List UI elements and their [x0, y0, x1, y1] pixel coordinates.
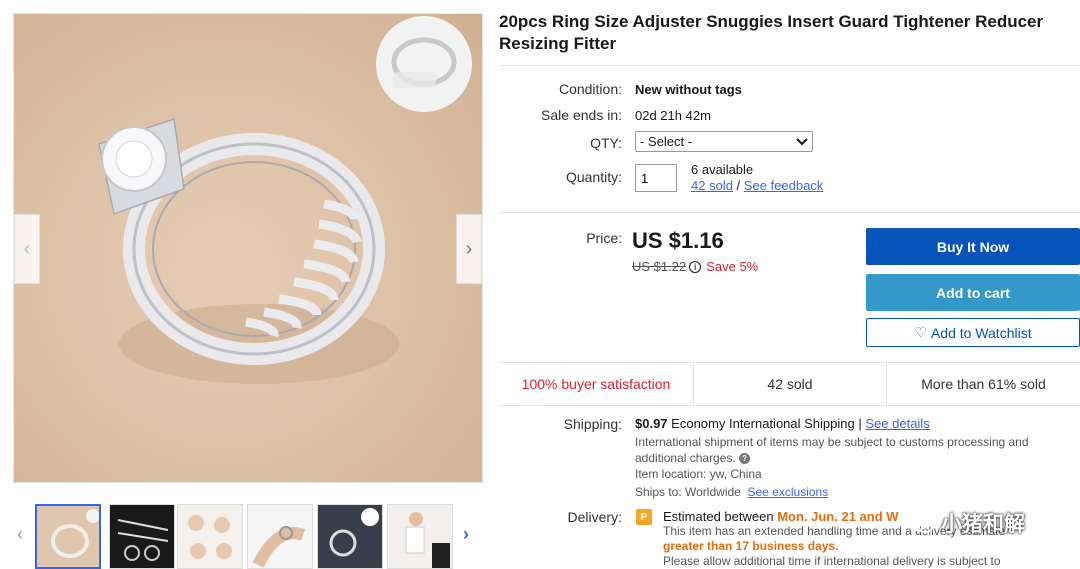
save-percent: Save 5%	[706, 259, 759, 274]
customs-note-text: International shipment of items may be s…	[635, 435, 1029, 465]
allow-note: Please allow additional time if internat…	[663, 554, 1001, 568]
help-icon[interactable]: ?	[739, 453, 751, 465]
qty-select[interactable]: - Select -	[635, 131, 813, 152]
quantity-label: Quantity:	[565, 169, 622, 185]
sold-link[interactable]: 42 sold	[691, 178, 733, 193]
shipping-line: $0.97 Economy International Shipping | S…	[635, 416, 930, 431]
thumbnail-5[interactable]	[317, 504, 383, 569]
product-title: 20pcs Ring Size Adjuster Snuggies Insert…	[499, 12, 1044, 53]
handling-highlight: greater than 17 business days.	[663, 539, 839, 553]
stats-bar: 100% buyer satisfaction 42 sold More tha…	[499, 362, 1080, 406]
see-details-link[interactable]: See details	[865, 416, 929, 431]
shipping-label: Shipping:	[563, 416, 622, 432]
separator: |	[858, 416, 862, 431]
add-to-cart-button[interactable]: Add to cart	[866, 274, 1080, 311]
divider	[499, 212, 1080, 213]
buy-it-now-button[interactable]: Buy It Now	[866, 228, 1080, 265]
was-price: US $1.22	[632, 259, 687, 274]
add-to-watchlist-button[interactable]: ♡ Add to Watchlist	[866, 318, 1080, 347]
condition-label: Condition:	[558, 81, 622, 97]
chevron-right-icon[interactable]: ›	[463, 524, 469, 545]
watermark-text: 小猪和解	[941, 513, 1025, 536]
priority-badge: P	[636, 509, 652, 525]
shipping-method: Economy International Shipping	[671, 416, 855, 431]
thumbnail-2[interactable]	[109, 504, 175, 569]
chevron-left-icon[interactable]: ‹	[17, 524, 23, 545]
ships-to: Ships to: Worldwide	[635, 485, 741, 499]
divider	[499, 65, 1080, 66]
heart-icon: ♡	[914, 324, 927, 340]
see-feedback-link[interactable]: See feedback	[744, 178, 824, 193]
buyer-satisfaction: 100% buyer satisfaction	[499, 363, 694, 405]
watermark: 小猪和解	[905, 508, 1025, 538]
wechat-icon	[906, 513, 934, 533]
estimated-dates: Mon. Jun. 21 and W	[777, 509, 899, 524]
thumbnail-4[interactable]	[247, 504, 313, 569]
was-price-row: US $1.22 i Save 5%	[632, 259, 758, 274]
percent-sold: More than 61% sold	[921, 376, 1046, 392]
info-icon[interactable]: i	[689, 260, 702, 273]
thumbnail-1[interactable]	[35, 504, 101, 569]
item-location: Item location: yw, China	[635, 467, 762, 481]
estimated-prefix: Estimated between	[663, 509, 774, 524]
qty-select-value: - Select -	[640, 134, 693, 149]
thumbnail-3[interactable]	[177, 504, 243, 569]
next-image-button[interactable]: ›	[456, 214, 482, 284]
link-separator: /	[736, 178, 741, 193]
quantity-input[interactable]	[635, 164, 677, 192]
main-product-image[interactable]: ‹ ›	[13, 13, 483, 483]
condition-value: New without tags	[635, 82, 742, 97]
current-price: US $1.16	[632, 228, 724, 253]
ring-photo	[98, 16, 472, 384]
ships-to-row: Ships to: Worldwide See exclusions	[635, 485, 828, 499]
delivery-label: Delivery:	[567, 509, 622, 525]
shipping-cost: $0.97	[635, 416, 668, 431]
chevron-down-icon	[796, 137, 808, 145]
estimated-delivery: Estimated between Mon. Jun. 21 and W	[663, 509, 899, 524]
sold-count: 42 sold	[694, 363, 887, 405]
sale-ends-label: Sale ends in:	[541, 107, 622, 123]
price-label: Price:	[586, 230, 622, 246]
watchlist-label: Add to Watchlist	[930, 324, 1032, 341]
qty-label: QTY:	[590, 135, 622, 151]
chevron-right-icon: ›	[465, 237, 473, 260]
thumbnail-6[interactable]	[387, 504, 453, 569]
prev-image-button[interactable]: ‹	[14, 214, 40, 284]
sale-ends-value: 02d 21h 42m	[635, 108, 711, 123]
customs-note: International shipment of items may be s…	[635, 434, 1055, 466]
see-exclusions-link[interactable]: See exclusions	[748, 485, 829, 499]
sold-feedback: 42 sold / See feedback	[691, 178, 823, 193]
thumbnail-strip: ‹ ›	[13, 504, 483, 569]
chevron-left-icon: ‹	[23, 237, 31, 260]
available-count: 6 available	[691, 162, 754, 177]
